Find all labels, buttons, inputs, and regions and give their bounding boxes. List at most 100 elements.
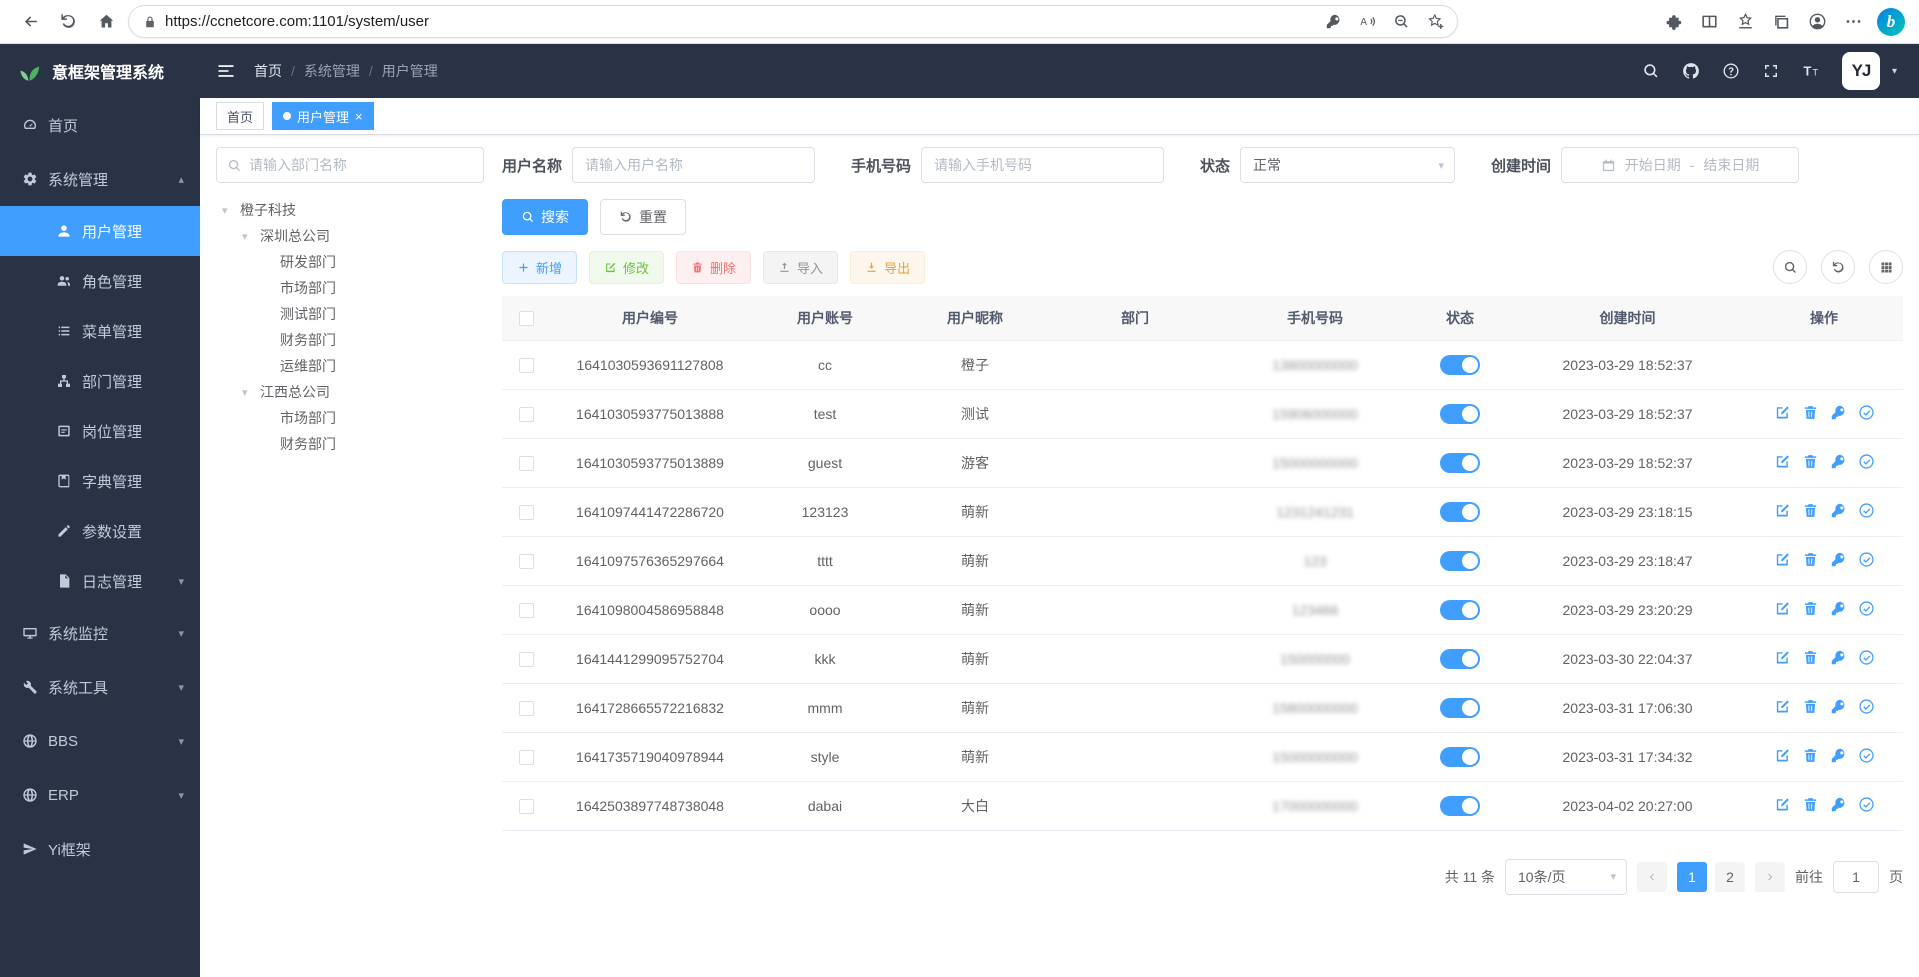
status-toggle[interactable] [1440, 551, 1480, 571]
tree-node[interactable]: 市场部门 [216, 275, 484, 301]
import-button[interactable]: 导入 [763, 251, 838, 284]
row-checkbox[interactable] [519, 554, 534, 569]
reset-password-button[interactable] [1830, 551, 1847, 568]
edit-row-button[interactable] [1774, 600, 1791, 617]
tree-node[interactable]: 运维部门 [216, 353, 484, 379]
split-screen-icon[interactable] [1693, 6, 1725, 38]
tree-node[interactable]: 财务部门 [216, 431, 484, 457]
phone-input[interactable] [921, 147, 1164, 183]
delete-row-button[interactable] [1802, 551, 1819, 568]
status-toggle[interactable] [1440, 600, 1480, 620]
goto-page-input[interactable] [1833, 861, 1879, 893]
browser-home-button[interactable] [90, 6, 122, 38]
sidebar-item-menu[interactable]: 菜单管理 [0, 306, 200, 356]
assign-role-button[interactable] [1858, 698, 1875, 715]
assign-role-button[interactable] [1858, 649, 1875, 666]
delete-row-button[interactable] [1802, 649, 1819, 666]
status-toggle[interactable] [1440, 747, 1480, 767]
github-icon[interactable] [1682, 62, 1700, 80]
edit-row-button[interactable] [1774, 747, 1791, 764]
password-key-icon[interactable] [1317, 6, 1349, 38]
delete-row-button[interactable] [1802, 600, 1819, 617]
columns-setting-button[interactable] [1869, 250, 1903, 284]
help-icon[interactable] [1722, 62, 1740, 80]
reset-password-button[interactable] [1830, 649, 1847, 666]
sidebar-item-system[interactable]: 系统管理▴ [0, 152, 200, 206]
reset-password-button[interactable] [1830, 796, 1847, 813]
row-checkbox[interactable] [519, 407, 534, 422]
assign-role-button[interactable] [1858, 404, 1875, 421]
tree-node[interactable]: 市场部门 [216, 405, 484, 431]
row-checkbox[interactable] [519, 456, 534, 471]
search-button[interactable]: 搜索 [502, 199, 588, 235]
collections-icon[interactable] [1765, 6, 1797, 38]
add-button[interactable]: 新增 [502, 251, 577, 284]
read-aloud-icon[interactable]: A [1351, 6, 1383, 38]
assign-role-button[interactable] [1858, 747, 1875, 764]
user-avatar[interactable]: YJ [1842, 52, 1880, 90]
assign-role-button[interactable] [1858, 796, 1875, 813]
status-toggle[interactable] [1440, 453, 1480, 473]
app-logo[interactable]: 意框架管理系统 [0, 44, 200, 98]
reset-password-button[interactable] [1830, 698, 1847, 715]
edit-row-button[interactable] [1774, 453, 1791, 470]
add-favorite-icon[interactable] [1419, 6, 1451, 38]
reset-password-button[interactable] [1830, 600, 1847, 617]
prev-page-button[interactable]: ‹ [1637, 862, 1667, 892]
sidebar-item-erp[interactable]: ERP▾ [0, 768, 200, 822]
assign-role-button[interactable] [1858, 502, 1875, 519]
edit-row-button[interactable] [1774, 698, 1791, 715]
delete-row-button[interactable] [1802, 453, 1819, 470]
sidebar-toggle-icon[interactable] [216, 61, 236, 81]
status-toggle[interactable] [1440, 796, 1480, 816]
tree-node[interactable]: ▾深圳总公司 [216, 223, 484, 249]
date-range-picker[interactable]: 开始日期 - 结束日期 [1561, 147, 1799, 183]
next-page-button[interactable]: › [1755, 862, 1785, 892]
status-toggle[interactable] [1440, 502, 1480, 522]
assign-role-button[interactable] [1858, 453, 1875, 470]
zoom-out-icon[interactable] [1385, 6, 1417, 38]
edit-button[interactable]: 修改 [589, 251, 664, 284]
delete-row-button[interactable] [1802, 747, 1819, 764]
tab-user-mgmt[interactable]: 用户管理 × [272, 102, 374, 130]
sidebar-item-bbs[interactable]: BBS▾ [0, 714, 200, 768]
export-button[interactable]: 导出 [850, 251, 925, 284]
extensions-icon[interactable] [1657, 6, 1689, 38]
page-size-select[interactable]: 10条/页 ▾ [1505, 859, 1627, 895]
tab-home[interactable]: 首页 [216, 102, 264, 130]
favorites-icon[interactable] [1729, 6, 1761, 38]
tree-node[interactable]: ▾江西总公司 [216, 379, 484, 405]
page-2-button[interactable]: 2 [1715, 862, 1745, 892]
breadcrumb-item-system[interactable]: 系统管理 [304, 61, 360, 81]
reset-password-button[interactable] [1830, 747, 1847, 764]
sidebar-item-dept[interactable]: 部门管理 [0, 356, 200, 406]
row-checkbox[interactable] [519, 750, 534, 765]
sidebar-item-home[interactable]: 首页 [0, 98, 200, 152]
edit-row-button[interactable] [1774, 404, 1791, 421]
sidebar-item-post[interactable]: 岗位管理 [0, 406, 200, 456]
status-select[interactable]: 正常 ▾ [1240, 147, 1455, 183]
tree-node[interactable]: 财务部门 [216, 327, 484, 353]
assign-role-button[interactable] [1858, 600, 1875, 617]
row-checkbox[interactable] [519, 799, 534, 814]
delete-row-button[interactable] [1802, 698, 1819, 715]
copilot-icon[interactable]: b [1877, 8, 1905, 36]
row-checkbox[interactable] [519, 701, 534, 716]
delete-button[interactable]: 删除 [676, 251, 751, 284]
dept-search-input[interactable] [249, 157, 473, 173]
tree-node[interactable]: 测试部门 [216, 301, 484, 327]
toggle-search-button[interactable] [1773, 250, 1807, 284]
sidebar-item-role[interactable]: 角色管理 [0, 256, 200, 306]
row-checkbox[interactable] [519, 505, 534, 520]
reset-password-button[interactable] [1830, 453, 1847, 470]
close-icon[interactable]: × [355, 110, 363, 123]
breadcrumb-item-user[interactable]: 用户管理 [382, 61, 438, 81]
edit-row-button[interactable] [1774, 551, 1791, 568]
status-toggle[interactable] [1440, 698, 1480, 718]
row-checkbox[interactable] [519, 652, 534, 667]
page-1-button[interactable]: 1 [1677, 862, 1707, 892]
browser-refresh-button[interactable] [52, 6, 84, 38]
delete-row-button[interactable] [1802, 502, 1819, 519]
sidebar-item-dict[interactable]: 字典管理 [0, 456, 200, 506]
edit-row-button[interactable] [1774, 796, 1791, 813]
